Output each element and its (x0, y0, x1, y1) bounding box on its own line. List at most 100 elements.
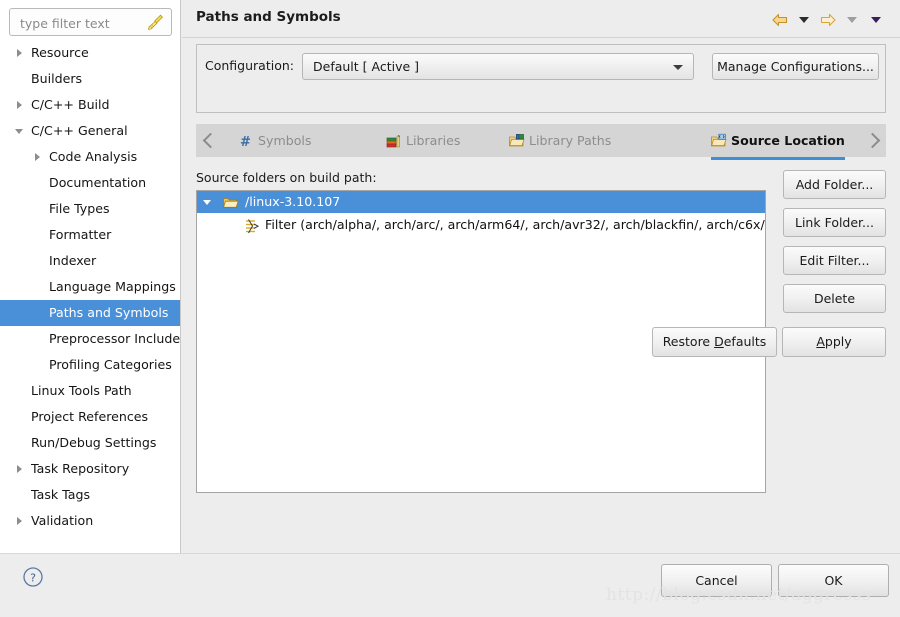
source-folders-label: Source folders on build path: (196, 170, 377, 185)
sidebar-item-label: Code Analysis (49, 149, 138, 164)
tree-row[interactable]: /linux-3.10.107 (197, 191, 765, 213)
sidebar-item-label: Preprocessor Include (49, 331, 180, 346)
apply-mnemonic: A (816, 334, 825, 349)
navigation-toolbar (768, 10, 888, 30)
title-divider (182, 37, 900, 38)
sidebar-item-linux-tools-path[interactable]: Linux Tools Path (0, 378, 180, 404)
sidebar-item-task-repository[interactable]: Task Repository (0, 456, 180, 482)
sidebar-item-language-mappings[interactable]: Language Mappings (0, 274, 180, 300)
sidebar-item-label: File Types (49, 201, 110, 216)
cancel-button[interactable]: Cancel (661, 564, 772, 597)
expand-twisty-icon[interactable] (14, 508, 26, 534)
configuration-select[interactable]: Default [ Active ] (302, 53, 694, 80)
search-input[interactable] (18, 9, 140, 37)
sidebar-item-resource[interactable]: Resource (0, 40, 180, 66)
sidebar-item-run-debug-settings[interactable]: Run/Debug Settings (0, 430, 180, 456)
expand-twisty-icon[interactable] (14, 92, 26, 118)
sidebar-item-validation[interactable]: Validation (0, 508, 180, 534)
chevron-down-icon (673, 65, 683, 70)
sidebar-item-task-tags[interactable]: Task Tags (0, 482, 180, 508)
apply-suffix: pply (824, 334, 852, 349)
back-dropdown-icon[interactable] (792, 10, 816, 30)
expand-twisty-icon[interactable] (14, 456, 26, 482)
svg-text:?: ? (30, 572, 36, 585)
tab-symbols[interactable]: # Symbols (238, 124, 311, 157)
sidebar-item-label: Documentation (49, 175, 147, 190)
tab-libraries[interactable]: Libraries (386, 124, 460, 157)
sidebar-item-label: Paths and Symbols (49, 305, 169, 320)
restore-defaults-mnemonic: D (714, 334, 724, 349)
forward-dropdown-icon[interactable] (840, 10, 864, 30)
sidebar-item-file-types[interactable]: File Types (0, 196, 180, 222)
configuration-group: Configuration: Default [ Active ] Manage… (196, 44, 886, 113)
tab-symbols-label: Symbols (258, 133, 312, 148)
preferences-page: Paths and Symbols Configuration: Default… (182, 0, 900, 553)
sidebar-item-project-references[interactable]: Project References (0, 404, 180, 430)
tab-library-paths[interactable]: Library Paths (509, 124, 611, 157)
tab-source-location-label: Source Location (731, 133, 845, 148)
sidebar-item-label: Formatter (49, 227, 112, 242)
broom-icon[interactable] (146, 13, 165, 32)
svg-text:#: # (240, 135, 251, 149)
sidebar-item-label: Profiling Categories (49, 357, 172, 372)
restore-defaults-suffix: efaults (723, 334, 767, 349)
expand-twisty-icon[interactable] (14, 40, 26, 66)
sidebar-item-label: Linux Tools Path (31, 383, 132, 398)
filter-icon (245, 214, 261, 238)
sidebar-item-builders[interactable]: Builders (0, 66, 180, 92)
delete-button[interactable]: Delete (783, 284, 886, 313)
preferences-tree[interactable]: Resource Builders C/C++ Build C/C++ General… (0, 40, 180, 553)
sidebar-item-formatter[interactable]: Formatter (0, 222, 180, 248)
sidebar-item-label: C/C++ General (31, 123, 128, 138)
sidebar-item-profiling-categories[interactable]: Profiling Categories (0, 352, 180, 378)
tab-scroll-left-button[interactable] (196, 124, 224, 157)
apply-button[interactable]: Apply (782, 327, 886, 357)
tab-source-location[interactable]: Source Location (711, 124, 845, 160)
sidebar-item-label: C/C++ Build (31, 97, 110, 112)
sidebar-item-label: Indexer (49, 253, 97, 268)
sidebar-item-label: Builders (31, 71, 83, 86)
forward-arrow-icon[interactable] (816, 10, 840, 30)
link-folder-button[interactable]: Link Folder... (783, 208, 886, 237)
folder-green-icon (509, 133, 525, 149)
sidebar-item-c-c-general[interactable]: C/C++ General (0, 118, 180, 144)
manage-configurations-button[interactable]: Manage Configurations... (712, 53, 879, 80)
expand-twisty-icon[interactable] (203, 200, 211, 205)
hash-icon: # (238, 133, 254, 150)
tab-scroll-right-button[interactable] (858, 124, 886, 157)
chevron-right-icon (864, 132, 880, 149)
view-menu-icon[interactable] (864, 10, 888, 30)
sidebar-item-c-c-build[interactable]: C/C++ Build (0, 92, 180, 118)
edit-filter-button[interactable]: Edit Filter... (783, 246, 886, 275)
ok-button[interactable]: OK (778, 564, 889, 597)
back-arrow-icon[interactable] (768, 10, 792, 30)
add-folder-button[interactable]: Add Folder... (783, 170, 886, 199)
sidebar-item-documentation[interactable]: Documentation (0, 170, 180, 196)
page-title: Paths and Symbols (196, 9, 341, 25)
tab-library-paths-label: Library Paths (529, 133, 612, 148)
sidebar-item-code-analysis[interactable]: Code Analysis (0, 144, 180, 170)
configuration-selected-value: Default [ Active ] (313, 59, 420, 74)
preferences-sidebar: Resource Builders C/C++ Build C/C++ General… (0, 0, 181, 553)
folder-open-icon (223, 192, 241, 214)
books-icon (386, 133, 402, 149)
collapse-twisty-icon[interactable] (14, 118, 26, 144)
sidebar-item-paths-and-symbols[interactable]: Paths and Symbols (0, 300, 180, 326)
sidebar-item-label: Project References (31, 409, 149, 424)
help-question-icon[interactable]: ? (22, 566, 44, 588)
filter-textbox[interactable] (9, 8, 172, 37)
sidebar-item-indexer[interactable]: Indexer (0, 248, 180, 274)
chevron-left-icon (202, 132, 218, 149)
tree-row-label: Filter (arch/alpha/, arch/arc/, arch/arm… (265, 217, 765, 232)
sidebar-item-label: Validation (31, 513, 94, 528)
expand-twisty-icon[interactable] (32, 144, 44, 170)
sidebar-item-label: Task Repository (31, 461, 130, 476)
tree-row-label: /linux-3.10.107 (245, 194, 341, 209)
tree-row[interactable]: Filter (arch/alpha/, arch/arc/, arch/arm… (197, 213, 765, 237)
dialog-footer: ? Cancel OK (0, 553, 900, 617)
sidebar-item-label: Language Mappings (49, 279, 176, 294)
sidebar-item-preprocessor-include[interactable]: Preprocessor Include (0, 326, 180, 352)
sidebar-item-label: Task Tags (31, 487, 91, 502)
restore-defaults-button[interactable]: Restore Defaults (652, 327, 777, 357)
tab-libraries-label: Libraries (406, 133, 461, 148)
